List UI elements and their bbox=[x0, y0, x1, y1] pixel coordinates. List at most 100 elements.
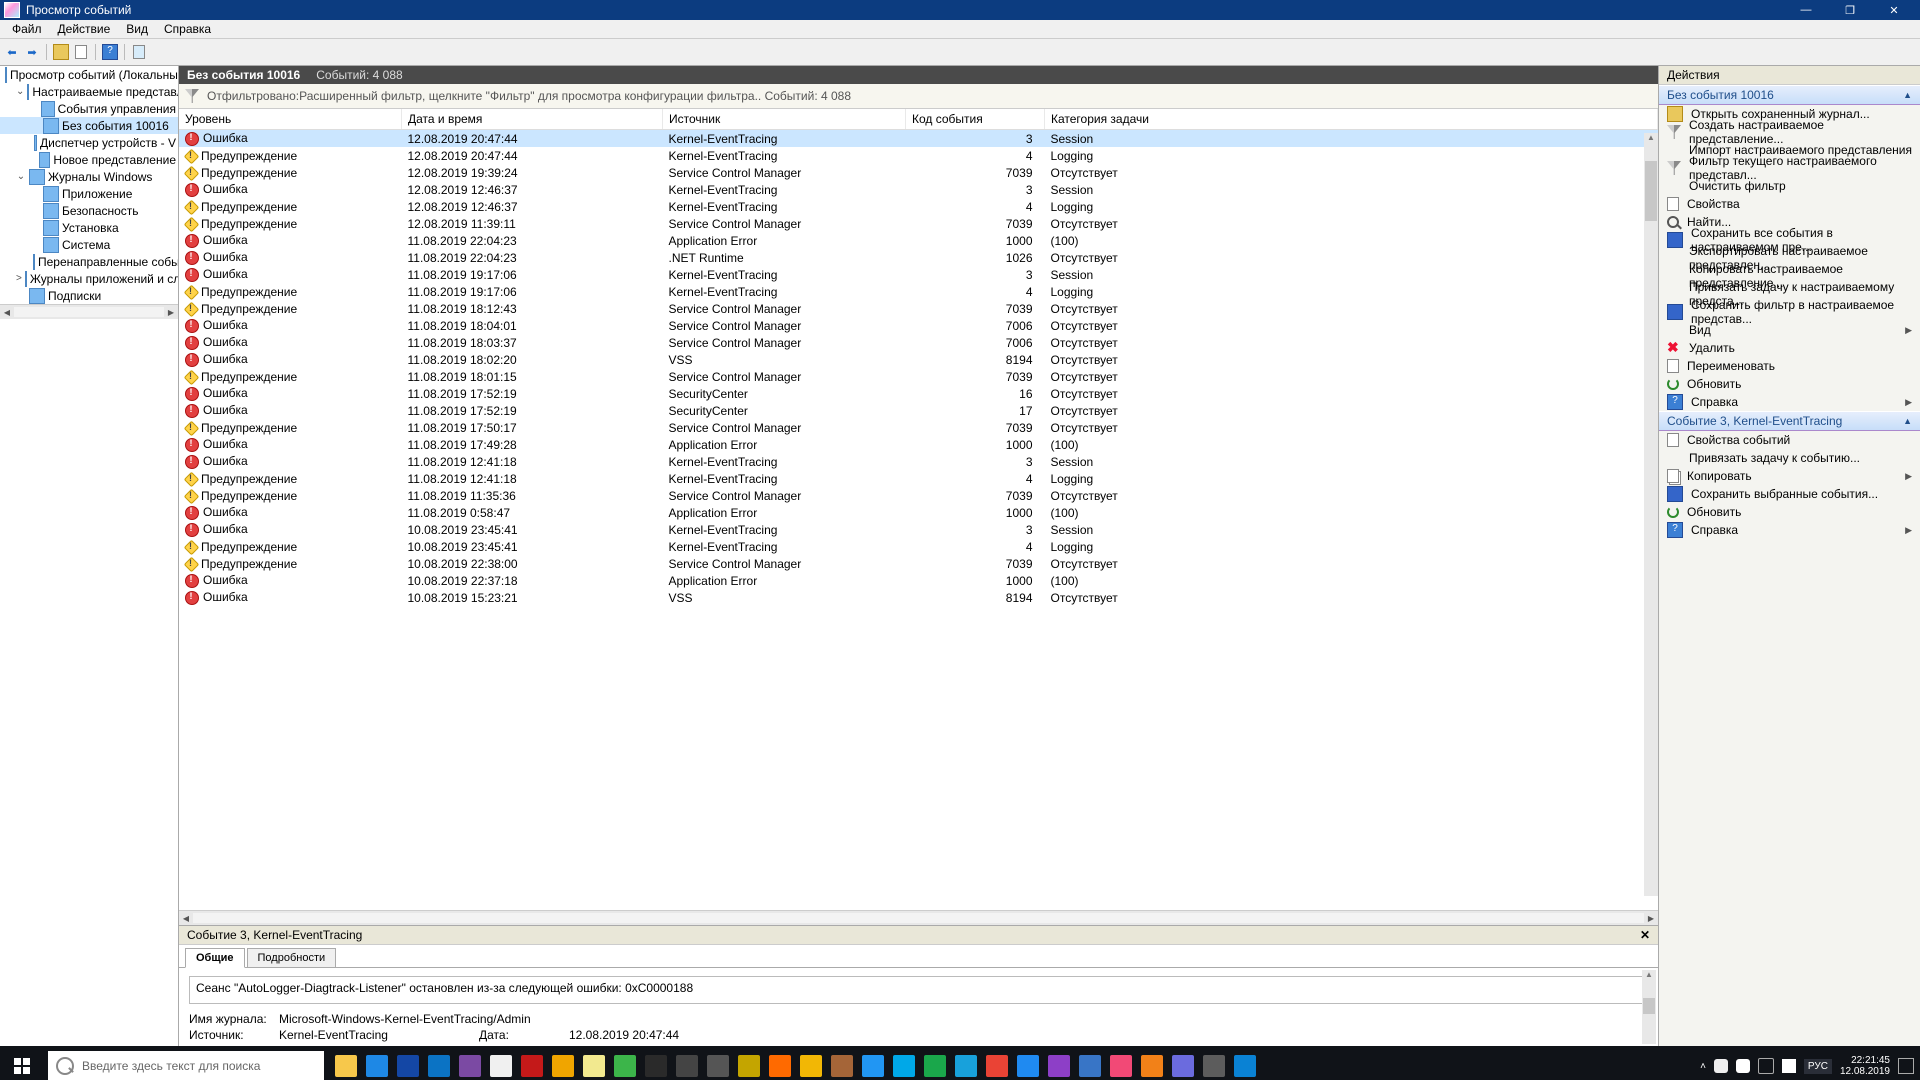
taskbar-app-icon[interactable] bbox=[518, 1046, 546, 1080]
table-row[interactable]: Ошибка11.08.2019 0:58:47Application Erro… bbox=[179, 504, 1658, 521]
col-source[interactable]: Источник bbox=[663, 109, 906, 130]
list-hscrollbar[interactable]: ◀▶ bbox=[179, 910, 1658, 925]
taskbar-app-icon[interactable] bbox=[1107, 1046, 1135, 1080]
action-item[interactable]: Сохранить выбранные события... bbox=[1659, 485, 1920, 503]
table-row[interactable]: Предупреждение11.08.2019 12:41:18Kernel-… bbox=[179, 470, 1658, 487]
toolbar-pane-icon[interactable] bbox=[131, 44, 147, 60]
tree-hscrollbar[interactable]: ◀▶ bbox=[0, 304, 178, 319]
table-row[interactable]: Ошибка11.08.2019 17:52:19SecurityCenter1… bbox=[179, 385, 1658, 402]
col-level[interactable]: Уровень bbox=[179, 109, 402, 130]
tree-item[interactable]: >Журналы приложений и слу bbox=[0, 270, 178, 287]
table-row[interactable]: Ошибка12.08.2019 20:47:44Kernel-EventTra… bbox=[179, 130, 1658, 148]
menu-Файл[interactable]: Файл bbox=[4, 22, 50, 36]
taskbar-app-icon[interactable] bbox=[456, 1046, 484, 1080]
taskbar-app-icon[interactable] bbox=[859, 1046, 887, 1080]
taskbar-app-icon[interactable] bbox=[425, 1046, 453, 1080]
list-vscrollbar[interactable]: ▲ bbox=[1644, 133, 1658, 896]
table-row[interactable]: Ошибка11.08.2019 18:02:20VSS8194Отсутств… bbox=[179, 351, 1658, 368]
taskbar-app-icon[interactable] bbox=[704, 1046, 732, 1080]
action-item[interactable]: Переименовать bbox=[1659, 357, 1920, 375]
minimize-button[interactable]: — bbox=[1784, 1, 1828, 19]
taskbar-app-icon[interactable] bbox=[797, 1046, 825, 1080]
maximize-button[interactable]: ❐ bbox=[1828, 1, 1872, 19]
taskbar-app-icon[interactable] bbox=[1076, 1046, 1104, 1080]
table-row[interactable]: Предупреждение11.08.2019 11:35:36Service… bbox=[179, 487, 1658, 504]
detail-close-icon[interactable]: ✕ bbox=[1640, 928, 1650, 942]
action-item[interactable]: ✖Удалить bbox=[1659, 339, 1920, 357]
tab-details[interactable]: Подробности bbox=[247, 948, 337, 967]
table-row[interactable]: Ошибка11.08.2019 22:04:23Application Err… bbox=[179, 232, 1658, 249]
tab-general[interactable]: Общие bbox=[185, 948, 245, 968]
action-item[interactable]: Фильтр текущего настраиваемого представл… bbox=[1659, 159, 1920, 177]
tray-onedrive-icon[interactable] bbox=[1714, 1059, 1728, 1073]
tree-item[interactable]: Новое представление bbox=[0, 151, 178, 168]
taskbar-app-icon[interactable] bbox=[983, 1046, 1011, 1080]
event-list[interactable]: Уровень Дата и время Источник Код событи… bbox=[179, 109, 1658, 910]
navigation-tree[interactable]: Просмотр событий (Локальный⌄Настраиваемы… bbox=[0, 66, 179, 1046]
table-row[interactable]: Предупреждение12.08.2019 11:39:11Service… bbox=[179, 215, 1658, 232]
taskbar-app-icon[interactable] bbox=[828, 1046, 856, 1080]
action-item[interactable]: Свойства событий bbox=[1659, 431, 1920, 449]
taskbar-app-icon[interactable] bbox=[1138, 1046, 1166, 1080]
taskbar-app-icon[interactable] bbox=[952, 1046, 980, 1080]
col-code[interactable]: Код события bbox=[906, 109, 1045, 130]
table-row[interactable]: Ошибка11.08.2019 18:04:01Service Control… bbox=[179, 317, 1658, 334]
action-item[interactable]: Свойства bbox=[1659, 195, 1920, 213]
action-item[interactable]: Обновить bbox=[1659, 375, 1920, 393]
tree-item[interactable]: Установка bbox=[0, 219, 178, 236]
action-item[interactable]: ?Справка▶ bbox=[1659, 521, 1920, 539]
menu-Действие[interactable]: Действие bbox=[50, 22, 119, 36]
table-row[interactable]: Ошибка10.08.2019 15:23:21VSS8194Отсутств… bbox=[179, 589, 1658, 606]
table-row[interactable]: Ошибка12.08.2019 12:46:37Kernel-EventTra… bbox=[179, 181, 1658, 198]
taskbar-app-icon[interactable] bbox=[766, 1046, 794, 1080]
taskbar-app-icon[interactable] bbox=[673, 1046, 701, 1080]
table-row[interactable]: Ошибка11.08.2019 17:52:19SecurityCenter1… bbox=[179, 402, 1658, 419]
tree-item[interactable]: Подписки bbox=[0, 287, 178, 304]
table-row[interactable]: Предупреждение12.08.2019 20:47:44Kernel-… bbox=[179, 147, 1658, 164]
taskbar-app-icon[interactable] bbox=[921, 1046, 949, 1080]
taskbar-app-icon[interactable] bbox=[1014, 1046, 1042, 1080]
tray-shield-icon[interactable] bbox=[1736, 1059, 1750, 1073]
tray-clock[interactable]: 22:21:4512.08.2019 bbox=[1840, 1055, 1890, 1077]
table-row[interactable]: Ошибка11.08.2019 22:04:23.NET Runtime102… bbox=[179, 249, 1658, 266]
taskbar-app-icon[interactable] bbox=[394, 1046, 422, 1080]
taskbar-app-icon[interactable] bbox=[332, 1046, 360, 1080]
action-item[interactable]: Сохранить фильтр в настраиваемое предста… bbox=[1659, 303, 1920, 321]
system-tray[interactable]: ˄ РУС 22:21:4512.08.2019 bbox=[1694, 1055, 1920, 1077]
actions-section-1[interactable]: Без события 10016▲ bbox=[1659, 85, 1920, 105]
taskbar-app-icon[interactable] bbox=[363, 1046, 391, 1080]
toolbar-prop-icon[interactable] bbox=[73, 44, 89, 60]
table-row[interactable]: Ошибка11.08.2019 12:41:18Kernel-EventTra… bbox=[179, 453, 1658, 470]
tray-language[interactable]: РУС bbox=[1804, 1059, 1832, 1074]
tree-item[interactable]: Перенаправленные собы bbox=[0, 253, 178, 270]
table-row[interactable]: Предупреждение12.08.2019 19:39:24Service… bbox=[179, 164, 1658, 181]
tree-item[interactable]: ⌄Журналы Windows bbox=[0, 168, 178, 185]
close-button[interactable]: ✕ bbox=[1872, 1, 1916, 19]
tree-item[interactable]: Просмотр событий (Локальный bbox=[0, 66, 178, 83]
taskbar-app-icon[interactable] bbox=[890, 1046, 918, 1080]
taskbar-search[interactable]: Введите здесь текст для поиска bbox=[48, 1051, 324, 1080]
taskbar-app-icon[interactable] bbox=[1169, 1046, 1197, 1080]
menu-Вид[interactable]: Вид bbox=[118, 22, 156, 36]
action-item[interactable]: Привязать задачу к событию... bbox=[1659, 449, 1920, 467]
tree-item[interactable]: Диспетчер устройств - V bbox=[0, 134, 178, 151]
table-row[interactable]: Предупреждение11.08.2019 18:01:15Service… bbox=[179, 368, 1658, 385]
menu-Справка[interactable]: Справка bbox=[156, 22, 219, 36]
tray-network-icon[interactable] bbox=[1758, 1058, 1774, 1074]
forward-button[interactable]: ➡ bbox=[24, 44, 40, 60]
table-row[interactable]: Предупреждение12.08.2019 12:46:37Kernel-… bbox=[179, 198, 1658, 215]
action-item[interactable]: Обновить bbox=[1659, 503, 1920, 521]
action-item[interactable]: ?Справка▶ bbox=[1659, 393, 1920, 411]
taskbar-app-icon[interactable] bbox=[549, 1046, 577, 1080]
table-row[interactable]: Предупреждение10.08.2019 23:45:41Kernel-… bbox=[179, 538, 1658, 555]
tree-item[interactable]: События управления bbox=[0, 100, 178, 117]
taskbar-app-icon[interactable] bbox=[1200, 1046, 1228, 1080]
tray-notifications-icon[interactable] bbox=[1898, 1058, 1914, 1074]
back-button[interactable]: ⬅ bbox=[4, 44, 20, 60]
col-datetime[interactable]: Дата и время bbox=[402, 109, 663, 130]
taskbar-app-icon[interactable] bbox=[1045, 1046, 1073, 1080]
tree-item[interactable]: ⌄Настраиваемые представле bbox=[0, 83, 178, 100]
tray-chevron-up-icon[interactable]: ˄ bbox=[1700, 1061, 1706, 1072]
table-row[interactable]: Предупреждение11.08.2019 19:17:06Kernel-… bbox=[179, 283, 1658, 300]
col-category[interactable]: Категория задачи bbox=[1045, 109, 1658, 130]
